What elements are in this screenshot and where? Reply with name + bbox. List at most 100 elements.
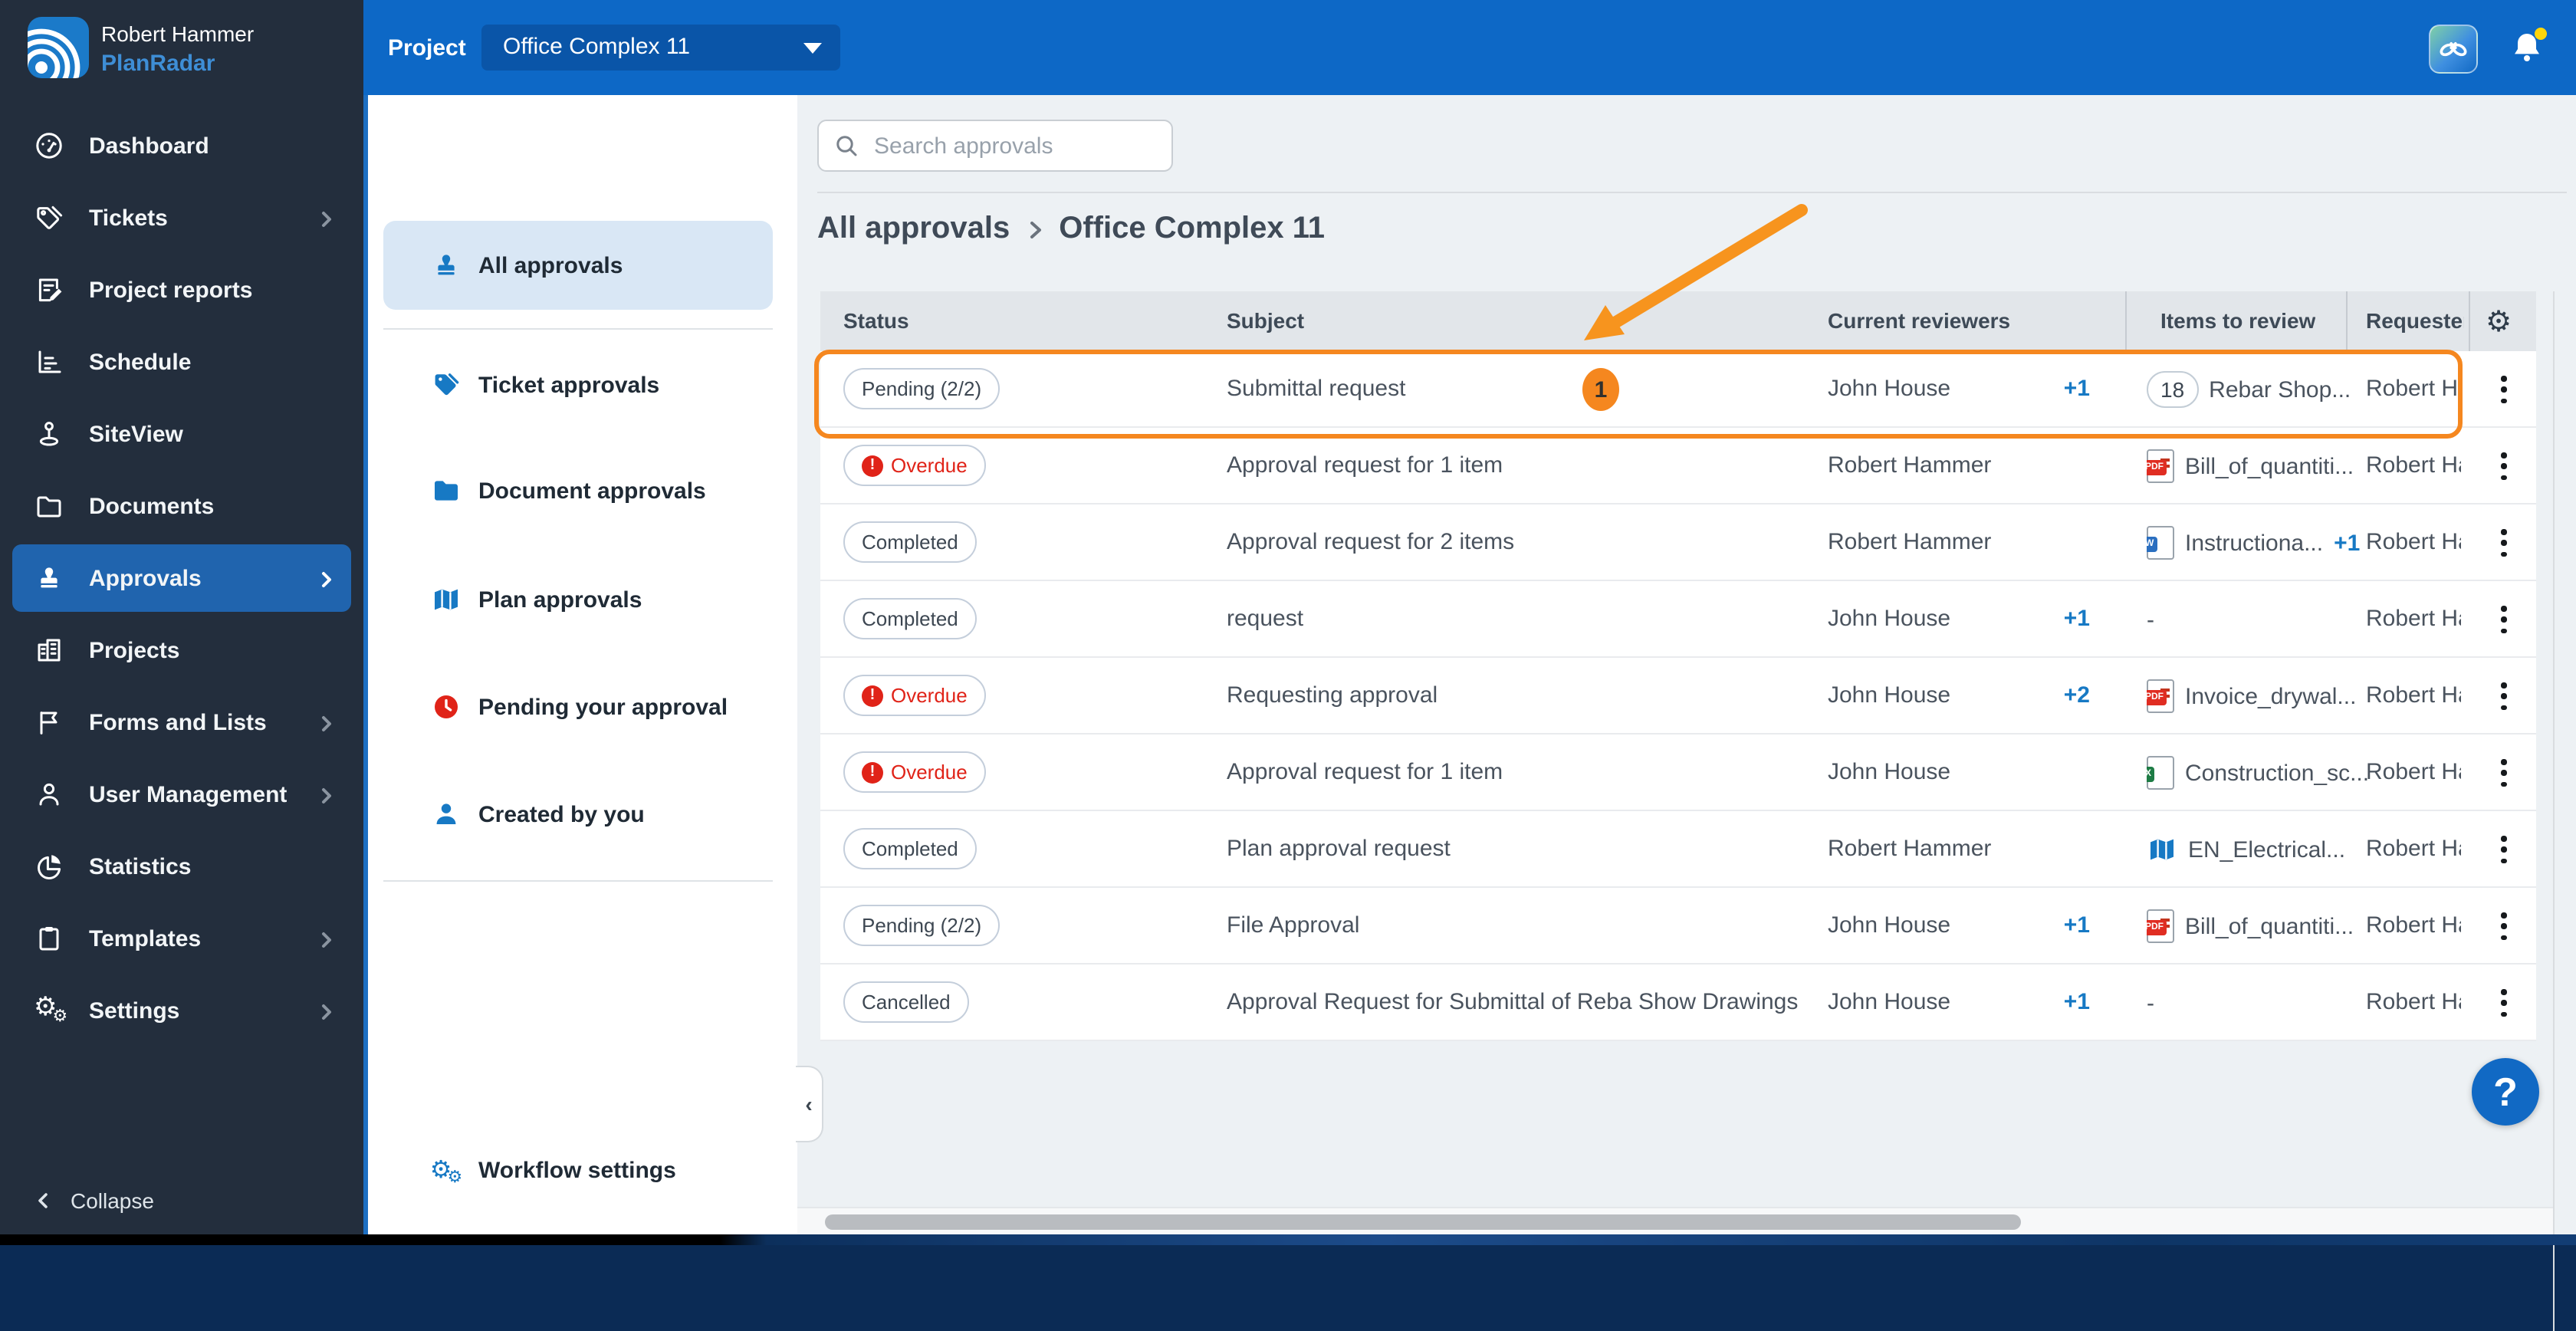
status-cell: Completed	[843, 598, 977, 639]
person-icon	[431, 799, 462, 830]
clock-icon	[431, 692, 462, 722]
item-file-name[interactable]: Invoice_drywal...	[2185, 683, 2356, 709]
sidebar-item-project-reports[interactable]: Project reports	[12, 256, 351, 324]
column-header-items-to-review[interactable]: Items to review	[2160, 291, 2315, 351]
table-row[interactable]: ! Overdue Approval request for 1 item Rober…	[820, 428, 2536, 504]
subject-cell[interactable]: Approval Request for Submittal of Reba S…	[1227, 965, 1798, 1041]
table-row[interactable]: Completed Approval request for 2 items Rob…	[820, 504, 2536, 581]
filter-item-label: Pending your approval	[478, 694, 728, 720]
table-row[interactable]: Completed request John House +1 - Robert Ha	[820, 581, 2536, 658]
row-menu-kebab-icon[interactable]	[2489, 909, 2519, 943]
users-icon	[34, 779, 64, 810]
overdue-alert-icon: !	[862, 761, 883, 783]
item-file-name[interactable]: Instructiona...	[2185, 530, 2323, 556]
sidebar-item-settings[interactable]: ⚙ ⚙ Settings	[12, 977, 351, 1044]
reviewers-extra-count[interactable]: +1	[2044, 581, 2090, 658]
help-button[interactable]: ?	[2472, 1058, 2539, 1126]
filter-item-document-approvals[interactable]: Document approvals	[383, 446, 773, 535]
sidebar-collapse-button[interactable]: Collapse	[34, 1188, 154, 1213]
items-extra-count[interactable]: +1	[2334, 530, 2360, 556]
subject-cell[interactable]: Approval request for 1 item	[1227, 428, 1503, 504]
sidebar-item-label: Forms and Lists	[89, 709, 267, 735]
row-menu-kebab-icon[interactable]	[2489, 373, 2519, 406]
user-block[interactable]: Robert Hammer PlanRadar	[0, 0, 363, 98]
table-settings-gear-icon[interactable]: ⚙	[2486, 291, 2512, 351]
filter-item-label: Workflow settings	[478, 1157, 676, 1183]
filter-item-plan-approvals[interactable]: Plan approvals	[383, 555, 773, 644]
subject-cell[interactable]: File Approval	[1227, 888, 1359, 965]
subject-cell[interactable]: Approval request for 1 item	[1227, 735, 1503, 811]
column-header-subject[interactable]: Subject	[1227, 291, 1304, 351]
row-menu-kebab-icon[interactable]	[2489, 449, 2519, 483]
subject-cell[interactable]: Requesting approval	[1227, 658, 1438, 735]
sidebar-item-siteview[interactable]: SiteView	[12, 400, 351, 468]
table-row[interactable]: Pending (2/2) File Approval John House +1 PD…	[820, 888, 2536, 965]
table-row[interactable]: Pending (2/2) Submittal request 1 John Hous…	[820, 351, 2536, 428]
item-file-name[interactable]: Bill_of_quantiti...	[2185, 453, 2354, 479]
reviewers-extra-count[interactable]: +1	[2044, 965, 2090, 1041]
filter-item-all-approvals[interactable]: All approvals	[383, 221, 773, 310]
item-file-name[interactable]: Bill_of_quantiti...	[2185, 913, 2354, 939]
vertical-scrollbar-track[interactable]	[2553, 291, 2555, 1331]
requester-cell: Robert Ha	[2366, 452, 2461, 478]
subject-cell[interactable]: Approval request for 2 items	[1227, 504, 1514, 581]
table-row[interactable]: Completed Plan approval request Robert Ham…	[820, 811, 2536, 888]
connect-app-icon[interactable]	[2429, 25, 2478, 74]
reviewers-extra-count[interactable]: +2	[2044, 658, 2090, 735]
status-cell: Completed	[843, 521, 977, 563]
column-header-requester[interactable]: Requester	[2366, 291, 2464, 351]
item-file-name[interactable]: Rebar Shop...	[2209, 376, 2351, 403]
column-header-status[interactable]: Status	[843, 291, 909, 351]
table-row[interactable]: ! Overdue Requesting approval John House +2 P…	[820, 658, 2536, 735]
sidebar-item-projects[interactable]: Projects	[12, 616, 351, 684]
reviewers-extra-count[interactable]: +1	[2044, 888, 2090, 965]
sidebar-item-documents[interactable]: Documents	[12, 472, 351, 540]
subject-cell[interactable]: Plan approval request	[1227, 811, 1451, 888]
sidebar-item-tickets[interactable]: Tickets	[12, 184, 351, 251]
statistics-icon	[34, 851, 64, 882]
sidebar-item-approvals[interactable]: Approvals	[12, 544, 351, 612]
row-menu-kebab-icon[interactable]	[2489, 603, 2519, 636]
divider	[383, 880, 773, 882]
items-to-review-cell: PDF Bill_of_quantiti...	[2147, 428, 2354, 504]
row-menu-kebab-icon[interactable]	[2489, 526, 2519, 560]
project-dropdown[interactable]: Office Complex 11	[481, 25, 840, 71]
table-row[interactable]: ! Overdue Approval request for 1 item John …	[820, 735, 2536, 811]
filter-item-label: All approvals	[478, 252, 623, 278]
search-input[interactable]	[871, 131, 1153, 160]
notification-bell-icon[interactable]	[2507, 26, 2550, 69]
row-menu-kebab-icon[interactable]	[2489, 756, 2519, 790]
filter-item-ticket-approvals[interactable]: Ticket approvals	[383, 340, 773, 429]
column-divider	[2125, 291, 2127, 351]
horizontal-scrollbar-track[interactable]	[797, 1207, 2553, 1236]
column-header-current-reviewers[interactable]: Current reviewers	[1828, 291, 2010, 351]
items-to-review-cell: -	[2147, 581, 2154, 658]
subject-cell[interactable]: request	[1227, 581, 1303, 658]
top-bar: Project Office Complex 11	[363, 0, 2576, 95]
row-menu-kebab-icon[interactable]	[2489, 986, 2519, 1020]
status-cell: Cancelled	[843, 981, 969, 1023]
filter-item-pending-your-approval[interactable]: Pending your approval	[383, 662, 773, 751]
sidebar-item-user-management[interactable]: User Management	[12, 761, 351, 828]
sidebar-item-dashboard[interactable]: Dashboard	[12, 112, 351, 179]
item-file-name[interactable]: Construction_sc...	[2185, 760, 2369, 786]
row-menu-kebab-icon[interactable]	[2489, 679, 2519, 713]
filter-item-created-by-you[interactable]: Created by you	[383, 770, 773, 859]
sidebar-item-forms-and-lists[interactable]: Forms and Lists	[12, 689, 351, 756]
reviewer-cell: Robert Hammer	[1828, 836, 1992, 862]
search-box[interactable]	[817, 120, 1173, 172]
breadcrumb-parent[interactable]: All approvals	[817, 212, 1010, 247]
table-row[interactable]: Cancelled Approval Request for Submittal …	[820, 965, 2536, 1041]
sidebar-item-schedule[interactable]: Schedule	[12, 328, 351, 396]
row-menu-kebab-icon[interactable]	[2489, 833, 2519, 866]
filter-item-workflow-settings[interactable]: ⚙ ⚙ Workflow settings	[383, 1126, 773, 1214]
item-file-name[interactable]: EN_Electrical...	[2188, 836, 2345, 863]
horizontal-scrollbar-thumb[interactable]	[825, 1214, 2021, 1230]
subject-cell[interactable]: Submittal request	[1227, 351, 1405, 428]
reviewers-extra-count[interactable]: +1	[2044, 351, 2090, 428]
sidebar-item-label: Project reports	[89, 277, 253, 303]
sidebar-item-statistics[interactable]: Statistics	[12, 833, 351, 900]
overdue-alert-icon: !	[862, 455, 883, 476]
chevron-right-icon	[317, 785, 336, 804]
sidebar-item-templates[interactable]: Templates	[12, 905, 351, 972]
